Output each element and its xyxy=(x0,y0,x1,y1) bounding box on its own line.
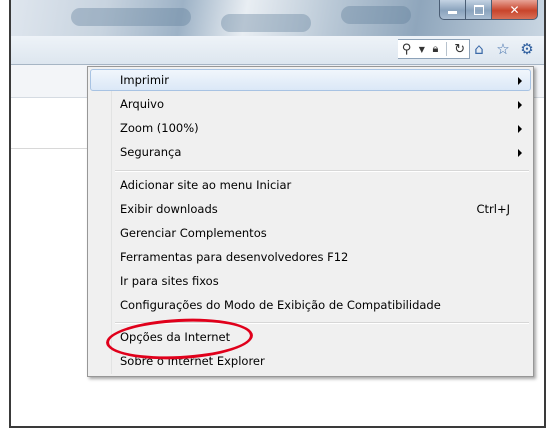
menu-item-label: Ferramentas para desenvolvedores F12 xyxy=(120,250,349,264)
menu-item-security[interactable]: Segurança xyxy=(90,141,531,163)
menu-item-label: Imprimir xyxy=(120,73,169,87)
menu-item-pinned-sites[interactable]: Ir para sites fixos xyxy=(90,270,531,292)
menu-item-shortcut: Ctrl+J xyxy=(476,202,511,216)
menu-item-about-internet-explorer[interactable]: Sobre o Internet Explorer xyxy=(90,350,531,372)
submenu-arrow-icon xyxy=(518,101,522,109)
lock-icon[interactable]: 🔒︎ xyxy=(432,42,438,56)
menu-separator xyxy=(115,170,529,172)
menu-item-label: Ir para sites fixos xyxy=(120,274,219,288)
menu-item-add-site-start-menu[interactable]: Adicionar site ao menu Iniciar xyxy=(90,174,531,196)
menu-item-label: Segurança xyxy=(120,145,182,159)
submenu-arrow-icon xyxy=(518,125,522,133)
menu-item-developer-tools[interactable]: Ferramentas para desenvolvedores F12 xyxy=(90,246,531,268)
navigation-toolbar: ⚲ ▼ 🔒︎ ↻ ⌂ ☆ ⚙ xyxy=(11,36,544,65)
browser-tool-icons: ⌂ ☆ ⚙ xyxy=(470,40,536,58)
menu-item-file[interactable]: Arquivo xyxy=(90,93,531,115)
menu-item-manage-addons[interactable]: Gerenciar Complementos xyxy=(90,222,531,244)
title-bar: ✕ xyxy=(11,0,544,36)
tools-gear-icon[interactable]: ⚙ xyxy=(518,40,536,58)
menu-item-label: Exibir downloads xyxy=(120,202,218,216)
menu-item-label: Sobre o Internet Explorer xyxy=(120,354,265,368)
submenu-arrow-icon xyxy=(518,149,522,157)
menu-item-label: Configurações do Modo de Exibição de Com… xyxy=(120,298,441,312)
maximize-icon xyxy=(473,4,484,15)
menu-item-label: Arquivo xyxy=(120,97,165,111)
menu-item-view-downloads[interactable]: Exibir downloads Ctrl+J xyxy=(90,198,531,220)
menu-item-zoom[interactable]: Zoom (100%) xyxy=(90,117,531,139)
maximize-button[interactable] xyxy=(466,0,492,20)
menu-item-label: Gerenciar Complementos xyxy=(120,226,267,240)
menu-item-print[interactable]: Imprimir xyxy=(90,69,531,91)
menu-item-internet-options[interactable]: Opções da Internet xyxy=(90,326,531,348)
menu-separator xyxy=(115,322,529,324)
menu-item-label: Adicionar site ao menu Iniciar xyxy=(120,178,292,192)
dropdown-arrow-icon[interactable]: ▼ xyxy=(419,45,425,54)
home-icon[interactable]: ⌂ xyxy=(470,40,488,58)
menu-item-label: Opções da Internet xyxy=(120,330,231,344)
favorites-star-icon[interactable]: ☆ xyxy=(494,40,512,58)
search-icon[interactable]: ⚲ xyxy=(402,42,412,57)
minimize-icon xyxy=(448,11,457,14)
tools-menu: Imprimir Arquivo Zoom (100%) Segurança A… xyxy=(87,66,534,377)
submenu-arrow-icon xyxy=(518,77,522,85)
refresh-icon[interactable]: ↻ xyxy=(454,42,465,57)
menu-item-label: Zoom (100%) xyxy=(120,121,199,135)
page-divider xyxy=(11,148,89,149)
minimize-button[interactable] xyxy=(439,0,466,20)
close-button[interactable]: ✕ xyxy=(492,0,538,20)
window-controls: ✕ xyxy=(439,0,538,20)
menu-item-compatibility-view-settings[interactable]: Configurações do Modo de Exibição de Com… xyxy=(90,294,531,316)
address-bar-controls: ⚲ ▼ 🔒︎ ↻ xyxy=(398,39,470,59)
close-icon: ✕ xyxy=(509,2,520,17)
